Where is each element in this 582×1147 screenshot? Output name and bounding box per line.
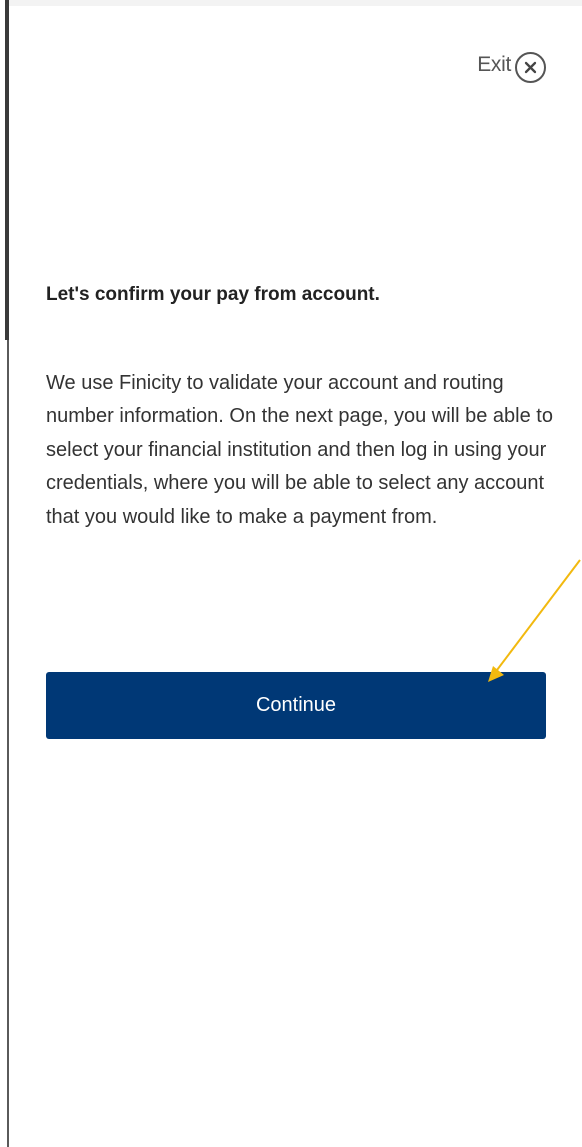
scrollbar-thumb [5, 0, 9, 340]
close-glyph [524, 61, 537, 74]
left-edge-divider [0, 0, 9, 1147]
top-border [0, 0, 582, 6]
page-title: Let's confirm your pay from account. [46, 284, 380, 305]
continue-button[interactable]: Continue [46, 672, 546, 739]
description-text: We use Finicity to validate your account… [46, 372, 553, 528]
modal-frame: Exit Let's confirm your pay from account… [0, 0, 582, 1147]
exit-button[interactable]: Exit [477, 46, 546, 83]
exit-label: Exit [477, 52, 511, 76]
annotation-arrow-icon [488, 559, 581, 682]
close-icon[interactable] [515, 52, 546, 83]
